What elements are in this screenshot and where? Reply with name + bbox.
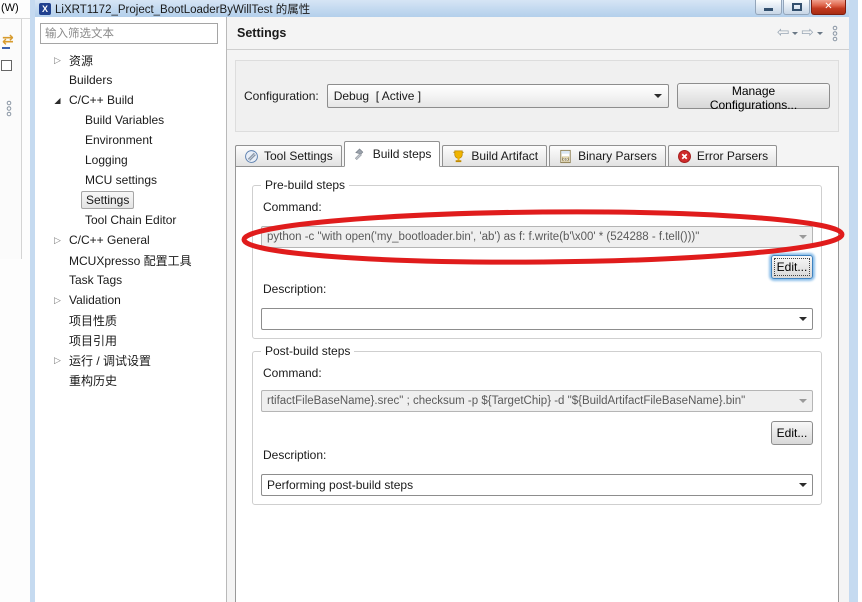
post-build-group-title: Post-build steps	[261, 344, 355, 358]
sidebar-item-tool-chain-editor[interactable]: Tool Chain Editor	[40, 210, 221, 230]
trophy-icon	[453, 150, 465, 162]
tab-tool-settings[interactable]: Tool Settings	[235, 145, 342, 167]
collapse-icon[interactable]	[50, 95, 65, 105]
sidebar-item-build-variables[interactable]: Build Variables	[40, 110, 221, 130]
dropdown-arrow-icon	[799, 483, 807, 491]
properties-dialog: LiXRT1172_Project_BootLoaderByWillTest 的…	[30, 0, 858, 602]
screen: (W) ⇄ LiXRT1172_Project_BootLoaderByWill…	[0, 0, 862, 602]
pre-build-group-title: Pre-build steps	[261, 178, 350, 192]
sidebar-item-environment[interactable]: Environment	[40, 130, 221, 150]
configuration-panel: Configuration: Debug [ Active ] Manage C…	[235, 60, 839, 132]
svg-text:010: 010	[562, 157, 568, 161]
binary-file-icon: 010	[560, 149, 571, 163]
background-window: (W) ⇄	[0, 0, 30, 602]
sidebar-item-mcuxpresso-config-tools[interactable]: MCUXpresso 配置工具	[40, 250, 221, 270]
sidebar-item-run-debug-settings[interactable]: 运行 / 调试设置	[40, 350, 221, 370]
hammer-icon	[354, 147, 363, 160]
tab-binary-parsers[interactable]: 010 Binary Parsers	[549, 145, 666, 167]
post-build-command-value: rtifactFileBaseName}.srec" ; checksum -p…	[267, 395, 746, 407]
pre-build-edit-button[interactable]: Edit...	[771, 255, 813, 279]
post-build-description-combo[interactable]: Performing post-build steps	[261, 474, 813, 496]
dialog-titlebar[interactable]: LiXRT1172_Project_BootLoaderByWillTest 的…	[35, 0, 849, 17]
minimize-icon	[764, 8, 773, 11]
maximize-icon	[792, 3, 802, 11]
pre-build-group: Pre-build steps Command: python -c "with…	[252, 178, 822, 339]
expand-icon[interactable]	[50, 295, 65, 306]
sidebar-item-validation[interactable]: Validation	[40, 290, 221, 310]
back-icon[interactable]: ⇦	[777, 25, 790, 40]
sidebar-item-task-tags[interactable]: Task Tags	[40, 270, 221, 290]
post-build-command-label: Command:	[263, 366, 322, 380]
sidebar-item-refactoring-history[interactable]: 重构历史	[40, 370, 221, 390]
sidebar-item-settings[interactable]: Settings	[40, 190, 221, 210]
tab-error-parsers[interactable]: Error Parsers	[667, 145, 778, 167]
back-dropdown-icon[interactable]	[792, 31, 799, 38]
configuration-select[interactable]: Debug [ Active ]	[326, 84, 670, 108]
pre-build-command-label: Command:	[263, 200, 322, 214]
post-build-description-label: Description:	[263, 448, 327, 462]
toolbar-square-icon[interactable]	[1, 60, 12, 71]
dropdown-arrow-icon	[799, 317, 807, 325]
forward-icon[interactable]: ⇨	[801, 25, 814, 40]
post-build-edit-button[interactable]: Edit...	[771, 421, 813, 445]
sidebar-item-project-natures[interactable]: 项目性质	[40, 310, 221, 330]
post-build-command-combo[interactable]: rtifactFileBaseName}.srec" ; checksum -p…	[261, 390, 813, 412]
error-icon	[677, 149, 691, 163]
settings-content: Settings ⇦ ⇨ Configuration: Debug [Acti…	[227, 17, 849, 602]
window-menu-fragment[interactable]: (W)	[0, 0, 30, 19]
settings-tabs: Tool Settings Build steps Build Artifact…	[235, 141, 779, 167]
pre-build-command-combo[interactable]: python -c "with open('my_bootloader.bin'…	[261, 226, 813, 248]
tool-settings-icon	[245, 149, 258, 163]
expand-icon[interactable]	[50, 55, 65, 66]
post-build-group: Post-build steps Command: rtifactFileBas…	[252, 344, 822, 505]
expand-icon[interactable]	[50, 355, 65, 366]
app-icon	[39, 2, 51, 15]
properties-sidebar: 资源 Builders C/C++ Build Build Variables …	[35, 17, 227, 602]
pre-build-description-label: Description:	[263, 282, 327, 296]
configuration-label: Configuration:	[244, 89, 319, 103]
sidebar-item-logging[interactable]: Logging	[40, 150, 221, 170]
sidebar-item-cpp-general[interactable]: C/C++ General	[40, 230, 221, 250]
dropdown-arrow-icon	[654, 94, 663, 102]
filter-input[interactable]	[40, 23, 218, 44]
dropdown-arrow-icon	[799, 235, 807, 243]
view-menu-icon[interactable]	[831, 25, 839, 42]
dropdown-arrow-icon	[799, 399, 807, 407]
dialog-title: LiXRT1172_Project_BootLoaderByWillTest 的…	[55, 3, 311, 16]
minimize-button[interactable]	[755, 0, 782, 15]
pre-build-description-combo[interactable]	[261, 308, 813, 330]
sidebar-item-resources[interactable]: 资源	[40, 50, 221, 70]
build-steps-panel: Pre-build steps Command: python -c "with…	[235, 166, 839, 602]
toolbar-swap-icon[interactable]: ⇄	[2, 32, 14, 49]
sidebar-item-mcu-settings[interactable]: MCU settings	[40, 170, 221, 190]
tab-build-steps[interactable]: Build steps	[343, 141, 441, 167]
sidebar-item-project-references[interactable]: 项目引用	[40, 330, 221, 350]
maximize-button[interactable]	[783, 0, 810, 15]
sidebar-item-builders[interactable]: Builders	[40, 70, 221, 90]
page-title: Settings	[237, 26, 287, 40]
expand-icon[interactable]	[50, 235, 65, 246]
post-build-description-value: Performing post-build steps	[267, 478, 414, 492]
toolbar-handle-dots-icon	[6, 100, 12, 117]
configuration-value: Debug [ Active ]	[333, 89, 422, 103]
forward-dropdown-icon[interactable]	[817, 31, 823, 38]
background-toolbar	[0, 19, 22, 259]
properties-tree: 资源 Builders C/C++ Build Build Variables …	[40, 50, 221, 390]
close-button[interactable]	[811, 0, 846, 15]
tab-build-artifact[interactable]: Build Artifact	[442, 145, 548, 167]
pre-build-command-value: python -c "with open('my_bootloader.bin'…	[267, 231, 700, 243]
manage-configurations-button[interactable]: Manage Configurations...	[677, 83, 830, 112]
sidebar-item-cpp-build[interactable]: C/C++ Build	[40, 90, 221, 110]
